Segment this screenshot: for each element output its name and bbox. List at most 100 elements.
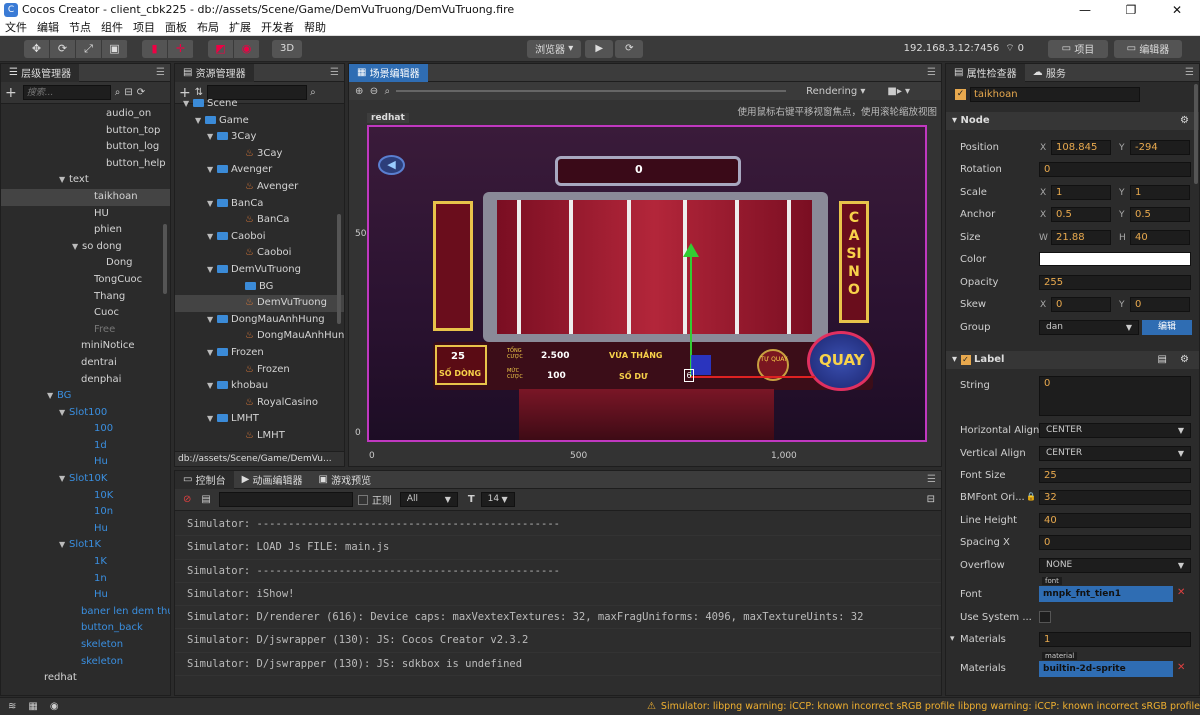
font-size-select[interactable]: 14 [480,492,515,507]
scale-y-input[interactable]: 1 [1130,185,1190,200]
camera-icon[interactable]: ■▸ ▾ [887,86,910,97]
menu-layout[interactable]: 布局 [192,19,224,35]
asset-item[interactable]: ♨ Frozen [175,362,344,379]
asset-item[interactable]: ♨ 3Cay [175,146,344,163]
hierarchy-node[interactable]: ▼ BG [1,388,170,405]
toggle-3d-button[interactable]: 3D [272,39,303,58]
hierarchy-node[interactable]: 1d [1,438,170,455]
lineheight-input[interactable]: 40 [1039,513,1191,528]
asset-item[interactable]: ▼ khobau [175,378,344,395]
asset-item[interactable]: ▼ DemVuTruong [175,262,344,279]
remove-font-icon[interactable]: ✕ [1177,587,1185,598]
maximize-icon[interactable]: ❐ [1108,3,1154,17]
label-section-header[interactable]: ▾ ✓ Label ▤ ⚙ [946,351,1199,369]
node-section-header[interactable]: ▾ Node ⚙ [946,112,1199,130]
center-icon[interactable]: ✛ [168,39,194,58]
hierarchy-node[interactable]: 1n [1,571,170,588]
open-editor-button[interactable]: ▭ 编辑器 [1114,39,1182,58]
hierarchy-node[interactable]: button_help [1,156,170,173]
open-project-button[interactable]: ▭ 项目 [1048,39,1108,58]
use-system-font-checkbox[interactable] [1039,611,1051,623]
gizmo-x-axis[interactable] [691,376,815,378]
hierarchy-node[interactable]: ▼ Slot100 [1,405,170,422]
menu-edit[interactable]: 编辑 [32,19,64,35]
asset-item[interactable]: ♨ RoyalCasino [175,395,344,412]
hierarchy-node[interactable]: Hu [1,521,170,538]
hierarchy-node[interactable]: 10K [1,488,170,505]
hierarchy-node[interactable]: dentrai [1,355,170,372]
materials-count-input[interactable]: 1 [1039,632,1191,647]
spacing-input[interactable]: 0 [1039,535,1191,550]
database-icon[interactable]: ▦ [28,701,37,712]
hierarchy-node[interactable]: taikhoan [1,188,170,206]
clear-console-icon[interactable]: ⊘ [183,494,191,505]
asset-item[interactable]: ▼ DongMauAnhHung [175,312,344,329]
tab-assets[interactable]: ▤ 资源管理器 [175,63,254,82]
scale-tool-icon[interactable]: ⤢ [76,39,102,58]
refresh-icon[interactable]: ⟳ [137,87,145,98]
hierarchy-node[interactable]: button_top [1,123,170,140]
tab-console[interactable]: ▭ 控制台 [175,470,234,489]
hierarchy-node[interactable]: skeleton [1,654,170,671]
halign-select[interactable]: CENTER [1039,423,1191,438]
play-button[interactable]: ▶ [585,39,614,58]
menu-extension[interactable]: 扩展 [224,19,256,35]
open-log-icon[interactable]: ▤ [201,494,210,505]
tab-animation[interactable]: ▶ 动画编辑器 [234,471,311,489]
rotate-tool-icon[interactable]: ⟳ [50,39,76,58]
refresh-button[interactable]: ⟳ [615,39,644,58]
hierarchy-node[interactable]: Thang [1,289,170,306]
hierarchy-node[interactable]: ▼ so dong [1,239,170,256]
position-x-input[interactable]: 108.845 [1051,140,1111,155]
asset-item[interactable]: ▼ LMHT [175,411,344,428]
color-swatch[interactable] [1039,252,1191,266]
asset-item[interactable]: ♨ Avenger [175,179,344,196]
hierarchy-node[interactable]: phien [1,222,170,239]
expand-icon[interactable]: ▾ [950,634,955,644]
expand-arrow-icon[interactable]: ▼ [59,537,69,554]
expand-arrow-icon[interactable]: ▼ [207,312,217,329]
asset-item[interactable]: ♨ LMHT [175,428,344,444]
hierarchy-search-input[interactable] [22,85,111,100]
size-w-input[interactable]: 21.88 [1051,230,1111,245]
book-icon[interactable]: ▤ [1158,351,1167,369]
hierarchy-node[interactable]: 10n [1,504,170,521]
local-coord-icon[interactable]: ◩ [208,39,234,58]
tab-services[interactable]: ☁ 服务 [1025,64,1074,82]
panel-menu-icon[interactable]: ☰ [330,67,339,78]
skew-x-input[interactable]: 0 [1051,297,1111,312]
node-name-input[interactable]: taikhoan [970,87,1140,102]
layers-icon[interactable]: ≋ [8,701,16,712]
expand-arrow-icon[interactable]: ▼ [59,172,69,189]
fontsize-input[interactable]: 25 [1039,468,1191,483]
settings-icon[interactable]: ⚙ [1180,112,1189,130]
group-edit-button[interactable]: 编辑 [1142,320,1192,335]
asset-item[interactable]: ♨ BanCa [175,212,344,229]
panel-menu-icon[interactable]: ☰ [1185,67,1194,78]
panel-menu-icon[interactable]: ☰ [927,67,936,78]
asset-item[interactable]: ▼ BanCa [175,196,344,213]
hierarchy-node[interactable]: skeleton [1,637,170,654]
hierarchy-node[interactable]: HU [1,206,170,223]
hierarchy-node[interactable]: button_log [1,139,170,156]
asset-item[interactable]: ▼ 3Cay [175,129,344,146]
remove-material-icon[interactable]: ✕ [1177,662,1185,673]
menu-component[interactable]: 组件 [96,19,128,35]
eye-icon[interactable]: ◉ [50,701,59,712]
hierarchy-node[interactable]: miniNotice [1,338,170,355]
string-textarea[interactable]: 0 [1039,376,1191,416]
gizmo-y-arrow-icon[interactable] [683,243,699,257]
expand-arrow-icon[interactable]: ▼ [207,378,217,395]
menu-file[interactable]: 文件 [0,19,32,35]
hierarchy-node[interactable]: Free [1,322,170,339]
collapse-icon[interactable]: ⊟ [124,87,132,98]
regex-checkbox[interactable] [357,494,368,505]
menu-help[interactable]: 帮助 [299,19,331,35]
back-button-icon[interactable]: ◀ [378,155,405,175]
inspector-scrollbar[interactable] [1194,84,1198,184]
label-enabled-checkbox[interactable]: ✓ [960,355,971,365]
valign-select[interactable]: CENTER [1039,446,1191,461]
asset-item[interactable]: ♨ Caoboi [175,245,344,262]
anchor-x-input[interactable]: 0.5 [1051,207,1111,222]
tab-game-preview[interactable]: ▣ 游戏预览 [311,471,380,489]
